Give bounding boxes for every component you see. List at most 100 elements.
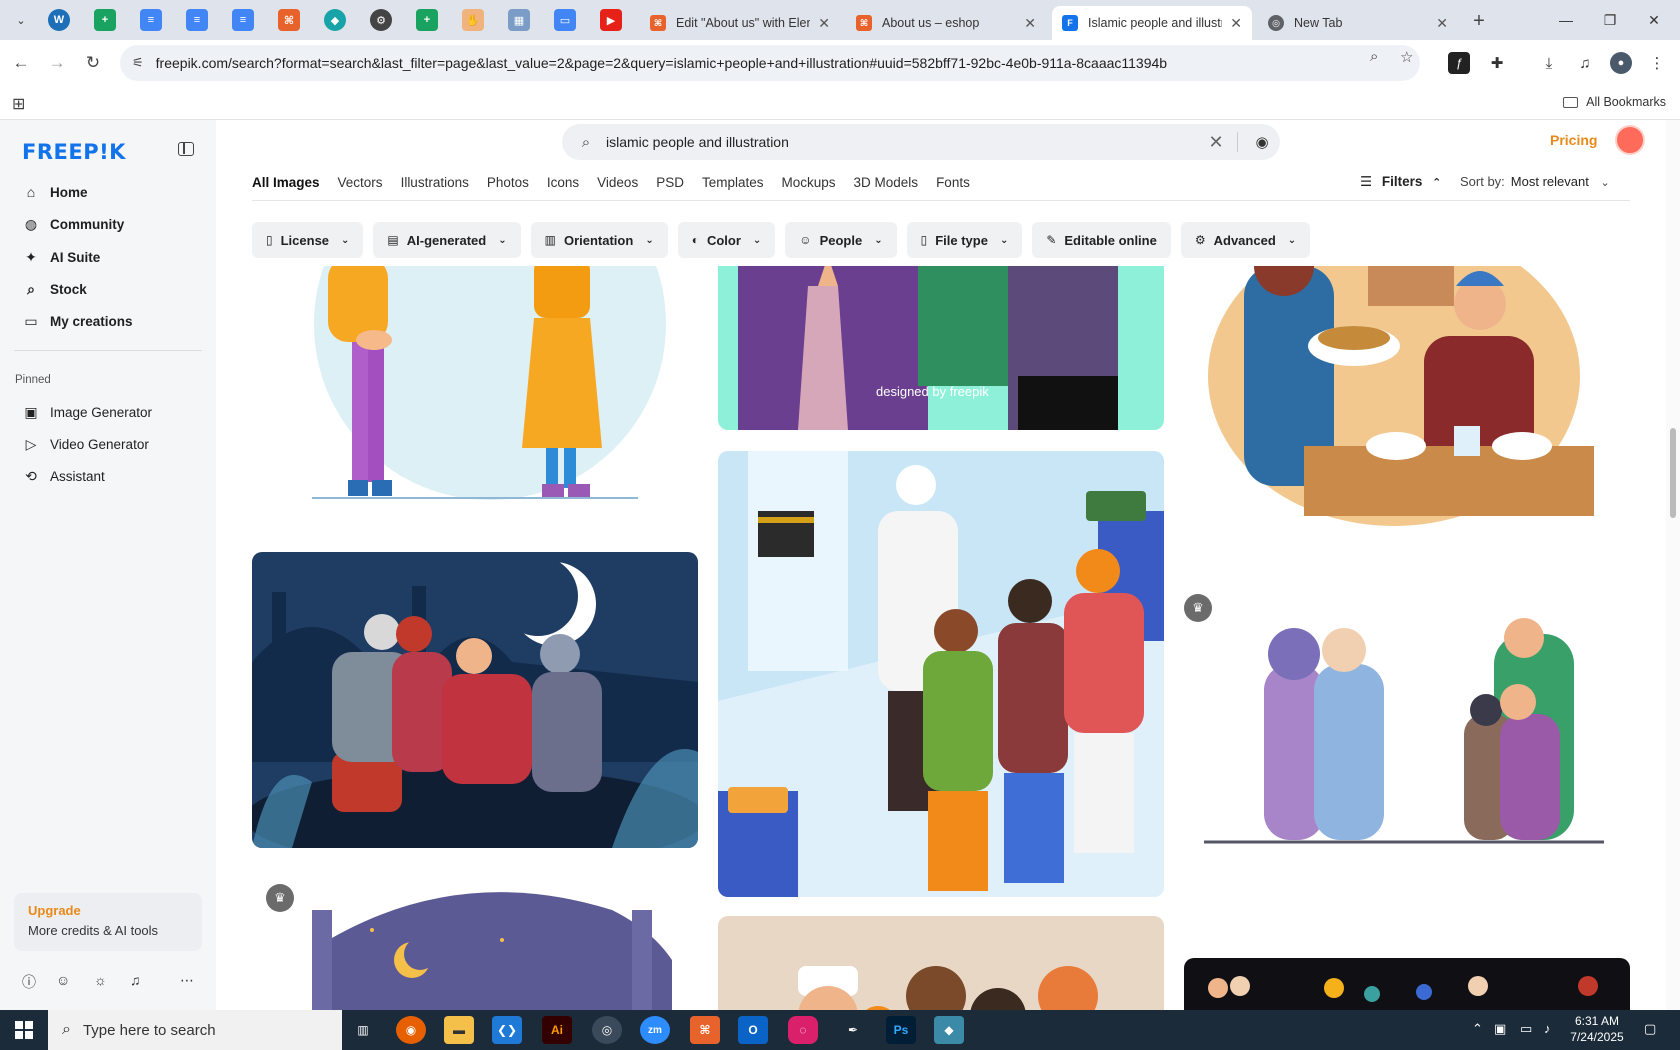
illustrator-icon[interactable]: Ai (542, 1016, 572, 1044)
result-card-greeting-families[interactable]: ♛ (1184, 594, 1630, 850)
result-card-dark-banner[interactable] (1184, 958, 1630, 1010)
pinned-tab-elementor-icon[interactable]: ⌘ (278, 9, 300, 31)
apps-grid-icon[interactable]: ⊞ (12, 94, 25, 114)
tab-psd[interactable]: PSD (656, 168, 684, 198)
file-type-filter[interactable]: ▯ File type ⌄ (906, 222, 1023, 258)
advanced-filter[interactable]: ⚙ Advanced ⌄ (1180, 222, 1311, 258)
close-window-button[interactable]: ✕ (1634, 8, 1674, 32)
sidebar-item-stock[interactable]: ⌕ Stock (0, 273, 216, 305)
minimize-button[interactable]: — (1546, 8, 1586, 32)
close-tab-icon[interactable]: ✕ (1024, 15, 1036, 32)
sort-dropdown[interactable]: Sort by: Most relevant ⌄ (1460, 174, 1610, 189)
pinned-tab-docs-icon[interactable]: ≡ (232, 9, 254, 31)
tab-mockups[interactable]: Mockups (782, 168, 836, 198)
all-bookmarks-button[interactable]: All Bookmarks (1563, 95, 1666, 109)
tab-about-us-eshop[interactable]: ⌘ About us – eshop ✕ (846, 6, 1046, 40)
sidebar-item-ai-suite[interactable]: ✦ AI Suite (0, 241, 216, 273)
sidebar-item-assistant[interactable]: ⟲ Assistant (0, 460, 216, 492)
ai-generated-filter[interactable]: ▤ AI-generated ⌄ (373, 222, 521, 258)
clear-search-icon[interactable]: ✕ (1201, 132, 1231, 153)
pinned-tab-docs-icon[interactable]: ≡ (140, 9, 162, 31)
chrome-menu-icon[interactable]: ⋮ (1646, 52, 1668, 74)
sidebar-item-image-generator[interactable]: ▣ Image Generator (0, 396, 216, 428)
sidebar-item-my-creations[interactable]: ▭ My creations (0, 305, 216, 337)
camera-search-icon[interactable]: ◉ (1244, 133, 1280, 151)
sidebar-item-community[interactable]: ◍ Community (0, 208, 216, 240)
elementor-icon[interactable]: ⌘ (690, 1016, 720, 1044)
result-card-isometric-mosque[interactable] (718, 451, 1164, 897)
theme-sun-icon[interactable]: ☼ (94, 972, 107, 988)
freepik-logo[interactable]: FREEP!K (22, 140, 126, 164)
extensions-puzzle-icon[interactable]: ✚ (1486, 52, 1508, 74)
color-filter[interactable]: ◐ Color ⌄ (677, 222, 776, 258)
tab-search-icon[interactable]: ⌄ (8, 7, 34, 33)
pinned-tab-app-icon[interactable]: ◆ (324, 9, 346, 31)
notification-bell-icon[interactable]: ♫ (130, 972, 141, 988)
notifications-icon[interactable]: ▢ (1644, 1021, 1656, 1037)
tab-3d-models[interactable]: 3D Models (854, 168, 919, 198)
pinned-tab-sheets-icon[interactable]: + (416, 9, 438, 31)
tab-fonts[interactable]: Fonts (936, 168, 970, 198)
firefox-icon[interactable]: ◉ (396, 1016, 426, 1044)
pinned-tab-docs-icon[interactable]: ≡ (186, 9, 208, 31)
creative-cloud-icon[interactable]: ◌ (788, 1016, 818, 1044)
close-tab-icon[interactable]: ✕ (1230, 15, 1242, 32)
chrome-icon[interactable]: ◎ (592, 1016, 622, 1044)
scrollbar-thumb[interactable] (1670, 428, 1676, 518)
tray-volume-icon[interactable]: ♪ (1544, 1021, 1551, 1036)
download-icon[interactable]: ⤓ (1538, 52, 1560, 74)
result-card-standing-couple[interactable] (252, 266, 698, 508)
page-scrollbar[interactable] (1666, 120, 1680, 1010)
tray-network-icon[interactable]: ▣ (1494, 1021, 1506, 1037)
filters-toggle[interactable]: ☰ Filters ⌃ (1360, 174, 1441, 190)
user-avatar[interactable] (1615, 125, 1645, 155)
tab-new-tab[interactable]: ◎ New Tab ✕ (1258, 6, 1458, 40)
sidebar-item-home[interactable]: ⌂ Home (0, 176, 216, 208)
tab-edit-about-us[interactable]: ⌘ Edit "About us" with Elem ✕ (640, 6, 840, 40)
site-settings-icon[interactable]: ⚟ (132, 55, 144, 71)
tab-icons[interactable]: Icons (547, 168, 579, 198)
search-input[interactable]: islamic people and illustration (606, 134, 1201, 150)
tab-freepik-search[interactable]: F Islamic people and illustr ✕ (1052, 6, 1252, 40)
result-card-family-night[interactable] (252, 552, 698, 848)
tab-photos[interactable]: Photos (487, 168, 529, 198)
pinned-tab-grid-icon[interactable]: ▦ (508, 9, 530, 31)
tab-vectors[interactable]: Vectors (338, 168, 383, 198)
more-options-icon[interactable]: ⋯ (180, 972, 194, 989)
task-view-icon[interactable]: ▥ (348, 1016, 378, 1044)
tab-all-images[interactable]: All Images (252, 168, 320, 198)
media-control-icon[interactable]: ♫ (1574, 52, 1596, 74)
vscode-icon[interactable]: ❮❯ (492, 1016, 522, 1044)
orientation-filter[interactable]: ▥ Orientation ⌄ (530, 222, 668, 258)
restore-button[interactable]: ❐ (1590, 8, 1630, 32)
profile-avatar[interactable]: ● (1610, 52, 1632, 74)
pinned-tab-hand-icon[interactable]: ✋ (462, 9, 484, 31)
result-card-mosque-purple[interactable]: ♛ (252, 870, 698, 1010)
bookmark-star-icon[interactable]: ☆ (1400, 48, 1413, 66)
close-tab-icon[interactable]: ✕ (818, 15, 830, 32)
pinned-tab-sheets-icon[interactable]: + (94, 9, 116, 31)
taskbar-search-input[interactable]: ⌕ Type here to search (48, 1010, 342, 1050)
back-button[interactable]: ← (8, 50, 34, 76)
tab-illustrations[interactable]: Illustrations (401, 168, 469, 198)
sidebar-toggle-icon[interactable] (178, 142, 194, 156)
file-explorer-icon[interactable]: ▬ (444, 1016, 474, 1044)
tray-chevron-up-icon[interactable]: ⌃ (1472, 1021, 1483, 1037)
new-tab-button[interactable]: + (1466, 8, 1492, 34)
photoshop-icon[interactable]: Ps (886, 1016, 916, 1044)
outlook-icon[interactable]: O (738, 1016, 768, 1044)
address-bar[interactable]: ⚟ freepik.com/search?format=search&last_… (120, 45, 1420, 81)
windows-start-icon[interactable] (0, 1010, 48, 1050)
tab-templates[interactable]: Templates (702, 168, 764, 198)
discord-icon[interactable]: ☺ (56, 972, 70, 988)
close-tab-icon[interactable]: ✕ (1436, 15, 1448, 32)
tray-battery-icon[interactable]: ▭ (1520, 1021, 1532, 1037)
result-card-praying-group[interactable]: designed by freepik (718, 266, 1164, 430)
upgrade-card[interactable]: Upgrade More credits & AI tools (14, 893, 202, 951)
zoom-icon[interactable]: ⌕ (1370, 48, 1378, 65)
editable-online-filter[interactable]: ✎ Editable online (1032, 222, 1171, 258)
sidebar-item-video-generator[interactable]: ▷ Video Generator (0, 428, 216, 460)
zoom-app-icon[interactable]: zm (640, 1016, 670, 1044)
reload-button[interactable]: ↻ (80, 50, 106, 76)
result-card-sharing-food[interactable] (1184, 266, 1630, 526)
